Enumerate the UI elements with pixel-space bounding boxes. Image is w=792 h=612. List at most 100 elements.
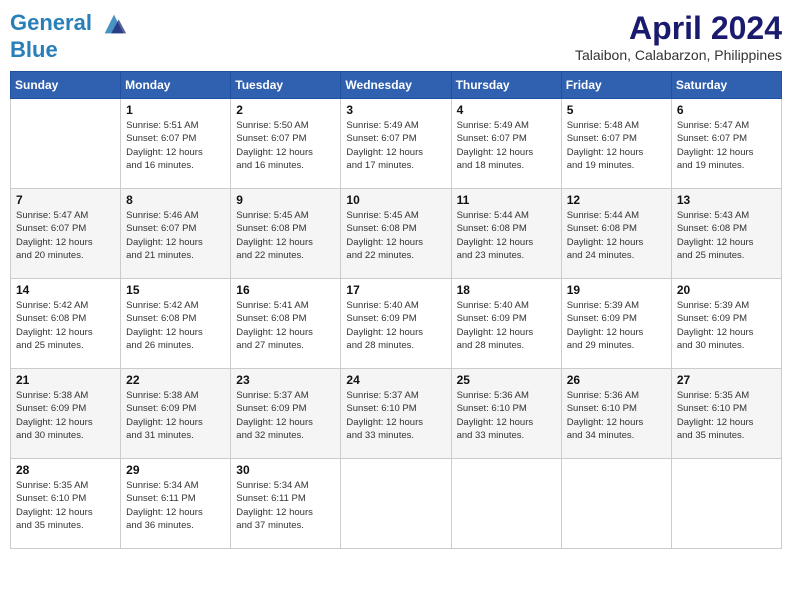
logo-icon [100, 10, 128, 38]
day-info: Sunrise: 5:44 AM Sunset: 6:08 PM Dayligh… [567, 209, 666, 262]
month-title: April 2024 [575, 10, 782, 47]
logo-blue: Blue [10, 38, 128, 62]
location: Talaibon, Calabarzon, Philippines [575, 47, 782, 63]
weekday-header-thursday: Thursday [451, 72, 561, 99]
day-info: Sunrise: 5:40 AM Sunset: 6:09 PM Dayligh… [457, 299, 556, 352]
calendar-cell: 7 Sunrise: 5:47 AM Sunset: 6:07 PM Daylig… [11, 189, 121, 279]
day-number: 8 [126, 193, 225, 207]
calendar-cell: 15Sunrise: 5:42 AM Sunset: 6:08 PM Dayli… [121, 279, 231, 369]
calendar-cell [11, 99, 121, 189]
day-number: 11 [457, 193, 556, 207]
day-info: Sunrise: 5:51 AM Sunset: 6:07 PM Dayligh… [126, 119, 225, 172]
page-header: General Blue April 2024 Talaibon, Calaba… [10, 10, 782, 63]
day-number: 18 [457, 283, 556, 297]
day-info: Sunrise: 5:46 AM Sunset: 6:07 PM Dayligh… [126, 209, 225, 262]
calendar-cell: 5 Sunrise: 5:48 AM Sunset: 6:07 PM Daylig… [561, 99, 671, 189]
calendar-cell: 2Sunrise: 5:50 AM Sunset: 6:07 PM Daylig… [231, 99, 341, 189]
day-number: 5 [567, 103, 666, 117]
weekday-row: SundayMondayTuesdayWednesdayThursdayFrid… [11, 72, 782, 99]
day-info: Sunrise: 5:42 AM Sunset: 6:08 PM Dayligh… [16, 299, 115, 352]
day-info: Sunrise: 5:41 AM Sunset: 6:08 PM Dayligh… [236, 299, 335, 352]
calendar-cell: 17 Sunrise: 5:40 AM Sunset: 6:09 PM Dayli… [341, 279, 451, 369]
calendar-cell: 22 Sunrise: 5:38 AM Sunset: 6:09 PM Dayli… [121, 369, 231, 459]
calendar-week-4: 21 Sunrise: 5:38 AM Sunset: 6:09 PM Dayli… [11, 369, 782, 459]
day-number: 30 [236, 463, 335, 477]
day-number: 19 [567, 283, 666, 297]
day-info: Sunrise: 5:34 AM Sunset: 6:11 PM Dayligh… [126, 479, 225, 532]
weekday-header-tuesday: Tuesday [231, 72, 341, 99]
logo: General Blue [10, 10, 128, 62]
logo-text: General [10, 10, 128, 38]
calendar-cell: 11 Sunrise: 5:44 AM Sunset: 6:08 PM Dayli… [451, 189, 561, 279]
calendar-week-1: 1 Sunrise: 5:51 AM Sunset: 6:07 PM Daylig… [11, 99, 782, 189]
calendar-cell: 4 Sunrise: 5:49 AM Sunset: 6:07 PM Daylig… [451, 99, 561, 189]
calendar-cell: 14 Sunrise: 5:42 AM Sunset: 6:08 PM Dayli… [11, 279, 121, 369]
calendar-cell: 12 Sunrise: 5:44 AM Sunset: 6:08 PM Dayli… [561, 189, 671, 279]
day-info: Sunrise: 5:47 AM Sunset: 6:07 PM Dayligh… [16, 209, 115, 262]
calendar-cell: 30Sunrise: 5:34 AM Sunset: 6:11 PM Dayli… [231, 459, 341, 549]
day-info: Sunrise: 5:39 AM Sunset: 6:09 PM Dayligh… [677, 299, 776, 352]
day-number: 20 [677, 283, 776, 297]
day-number: 24 [346, 373, 445, 387]
calendar-cell [561, 459, 671, 549]
calendar-cell: 26 Sunrise: 5:36 AM Sunset: 6:10 PM Dayli… [561, 369, 671, 459]
day-number: 23 [236, 373, 335, 387]
day-info: Sunrise: 5:40 AM Sunset: 6:09 PM Dayligh… [346, 299, 445, 352]
day-info: Sunrise: 5:38 AM Sunset: 6:09 PM Dayligh… [16, 389, 115, 442]
day-number: 14 [16, 283, 115, 297]
day-number: 17 [346, 283, 445, 297]
calendar-cell: 6Sunrise: 5:47 AM Sunset: 6:07 PM Daylig… [671, 99, 781, 189]
day-number: 10 [346, 193, 445, 207]
calendar-cell: 21 Sunrise: 5:38 AM Sunset: 6:09 PM Dayli… [11, 369, 121, 459]
day-info: Sunrise: 5:37 AM Sunset: 6:10 PM Dayligh… [346, 389, 445, 442]
day-info: Sunrise: 5:36 AM Sunset: 6:10 PM Dayligh… [567, 389, 666, 442]
calendar-header: SundayMondayTuesdayWednesdayThursdayFrid… [11, 72, 782, 99]
day-info: Sunrise: 5:44 AM Sunset: 6:08 PM Dayligh… [457, 209, 556, 262]
weekday-header-friday: Friday [561, 72, 671, 99]
calendar-cell: 13Sunrise: 5:43 AM Sunset: 6:08 PM Dayli… [671, 189, 781, 279]
day-number: 3 [346, 103, 445, 117]
day-number: 29 [126, 463, 225, 477]
day-number: 25 [457, 373, 556, 387]
day-info: Sunrise: 5:50 AM Sunset: 6:07 PM Dayligh… [236, 119, 335, 172]
calendar-cell: 3Sunrise: 5:49 AM Sunset: 6:07 PM Daylig… [341, 99, 451, 189]
calendar-table: SundayMondayTuesdayWednesdayThursdayFrid… [10, 71, 782, 549]
day-number: 9 [236, 193, 335, 207]
day-number: 12 [567, 193, 666, 207]
calendar-cell: 19Sunrise: 5:39 AM Sunset: 6:09 PM Dayli… [561, 279, 671, 369]
calendar-cell: 27 Sunrise: 5:35 AM Sunset: 6:10 PM Dayli… [671, 369, 781, 459]
calendar-week-3: 14 Sunrise: 5:42 AM Sunset: 6:08 PM Dayli… [11, 279, 782, 369]
weekday-header-sunday: Sunday [11, 72, 121, 99]
day-info: Sunrise: 5:45 AM Sunset: 6:08 PM Dayligh… [346, 209, 445, 262]
day-info: Sunrise: 5:35 AM Sunset: 6:10 PM Dayligh… [16, 479, 115, 532]
day-number: 22 [126, 373, 225, 387]
day-number: 7 [16, 193, 115, 207]
calendar-cell: 16 Sunrise: 5:41 AM Sunset: 6:08 PM Dayli… [231, 279, 341, 369]
day-info: Sunrise: 5:42 AM Sunset: 6:08 PM Dayligh… [126, 299, 225, 352]
day-number: 27 [677, 373, 776, 387]
day-number: 1 [126, 103, 225, 117]
day-info: Sunrise: 5:45 AM Sunset: 6:08 PM Dayligh… [236, 209, 335, 262]
calendar-cell [671, 459, 781, 549]
day-info: Sunrise: 5:48 AM Sunset: 6:07 PM Dayligh… [567, 119, 666, 172]
day-info: Sunrise: 5:35 AM Sunset: 6:10 PM Dayligh… [677, 389, 776, 442]
day-info: Sunrise: 5:43 AM Sunset: 6:08 PM Dayligh… [677, 209, 776, 262]
calendar-cell: 8 Sunrise: 5:46 AM Sunset: 6:07 PM Daylig… [121, 189, 231, 279]
calendar-cell: 18 Sunrise: 5:40 AM Sunset: 6:09 PM Dayli… [451, 279, 561, 369]
day-info: Sunrise: 5:36 AM Sunset: 6:10 PM Dayligh… [457, 389, 556, 442]
calendar-cell: 9 Sunrise: 5:45 AM Sunset: 6:08 PM Daylig… [231, 189, 341, 279]
calendar-cell: 25 Sunrise: 5:36 AM Sunset: 6:10 PM Dayli… [451, 369, 561, 459]
day-info: Sunrise: 5:49 AM Sunset: 6:07 PM Dayligh… [457, 119, 556, 172]
calendar-cell [341, 459, 451, 549]
day-number: 28 [16, 463, 115, 477]
day-number: 16 [236, 283, 335, 297]
day-number: 26 [567, 373, 666, 387]
calendar-cell: 10 Sunrise: 5:45 AM Sunset: 6:08 PM Dayli… [341, 189, 451, 279]
weekday-header-monday: Monday [121, 72, 231, 99]
day-number: 21 [16, 373, 115, 387]
weekday-header-wednesday: Wednesday [341, 72, 451, 99]
calendar-cell [451, 459, 561, 549]
day-info: Sunrise: 5:38 AM Sunset: 6:09 PM Dayligh… [126, 389, 225, 442]
calendar-week-5: 28 Sunrise: 5:35 AM Sunset: 6:10 PM Dayli… [11, 459, 782, 549]
day-number: 4 [457, 103, 556, 117]
